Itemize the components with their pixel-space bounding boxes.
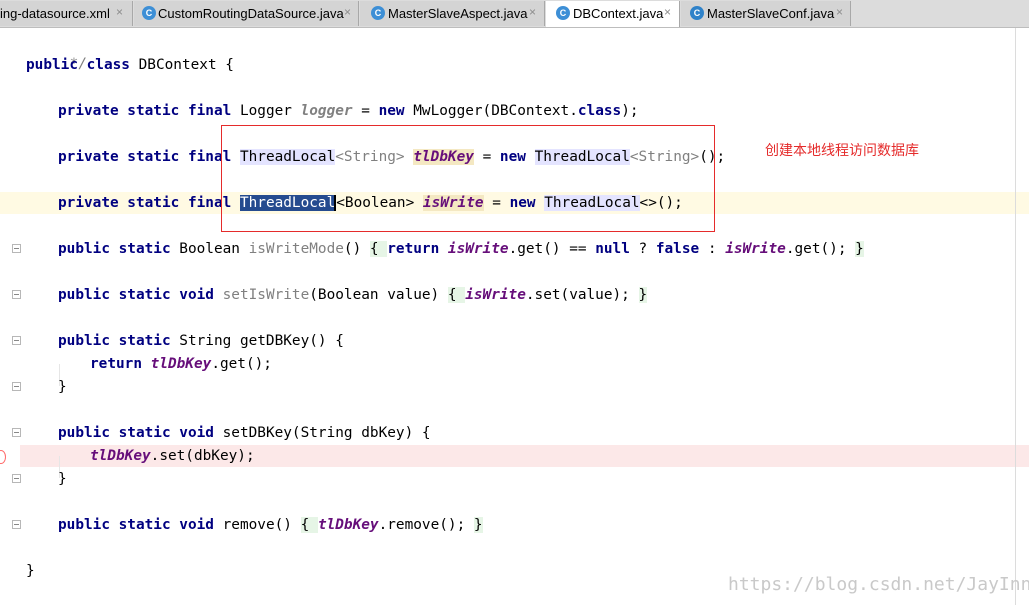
fold-icon[interactable] bbox=[12, 428, 21, 437]
code-line: public static String getDBKey() { bbox=[58, 333, 344, 349]
code-line: */ bbox=[69, 56, 87, 72]
code-line: } bbox=[26, 563, 35, 579]
tab-label: MasterSlaveConf.java bbox=[707, 6, 835, 21]
close-icon[interactable]: × bbox=[664, 5, 671, 19]
code-line: } bbox=[58, 379, 67, 395]
editor-tab-bar: ing-datasource.xml × C CustomRoutingData… bbox=[0, 0, 1029, 28]
close-icon[interactable]: × bbox=[529, 5, 536, 19]
fold-icon[interactable] bbox=[12, 336, 21, 345]
right-margin-guide bbox=[1015, 28, 1016, 605]
fold-icon[interactable] bbox=[12, 520, 21, 529]
tab-db-context[interactable]: C DBContext.java × bbox=[546, 1, 680, 27]
code-line: public static void setDBKey(String dbKey… bbox=[58, 425, 431, 441]
code-line: public static void remove() { tlDbKey.re… bbox=[58, 517, 483, 533]
close-icon[interactable]: × bbox=[836, 5, 843, 19]
code-line: private static final Logger logger = new… bbox=[58, 103, 639, 119]
code-line: public static void setIsWrite(Boolean va… bbox=[58, 287, 648, 303]
code-line: public static Boolean isWriteMode() { re… bbox=[58, 241, 864, 257]
tab-label: MasterSlaveAspect.java bbox=[388, 6, 528, 21]
code-line: return tlDbKey.get(); bbox=[90, 356, 272, 372]
java-config-class-icon: C bbox=[690, 6, 704, 20]
editor-gutter[interactable] bbox=[0, 28, 20, 605]
tab-label: CustomRoutingDataSource.java bbox=[158, 6, 344, 21]
watermark: https://blog.csdn.net/JayInnn bbox=[728, 574, 1029, 595]
java-class-icon: C bbox=[556, 6, 570, 20]
tab-master-slave-conf[interactable]: C MasterSlaveConf.java × bbox=[681, 1, 851, 26]
code-line: public class DBContext { bbox=[26, 57, 234, 73]
code-editor[interactable]: */ public class DBContext { private stat… bbox=[0, 28, 1029, 605]
fold-icon[interactable] bbox=[12, 382, 21, 391]
tab-master-slave-aspect[interactable]: C MasterSlaveAspect.java × bbox=[360, 1, 545, 26]
fold-icon[interactable] bbox=[12, 244, 21, 253]
fold-icon[interactable] bbox=[12, 474, 21, 483]
code-line: } bbox=[58, 471, 67, 487]
annotation-box bbox=[221, 125, 715, 232]
tab-ing-datasource-xml[interactable]: ing-datasource.xml × bbox=[0, 1, 133, 26]
tab-label: DBContext.java bbox=[573, 6, 664, 21]
close-icon[interactable]: × bbox=[344, 5, 351, 19]
java-class-icon: C bbox=[371, 6, 385, 20]
annotation-note: 创建本地线程访问数据库 bbox=[765, 143, 919, 159]
java-class-icon: C bbox=[142, 6, 156, 20]
close-icon[interactable]: × bbox=[116, 5, 123, 19]
tab-custom-routing-data-source[interactable]: C CustomRoutingDataSource.java × bbox=[134, 1, 359, 26]
tab-label: ing-datasource.xml bbox=[0, 6, 110, 21]
code-line: tlDbKey.set(dbKey); bbox=[90, 448, 255, 464]
fold-icon[interactable] bbox=[12, 290, 21, 299]
